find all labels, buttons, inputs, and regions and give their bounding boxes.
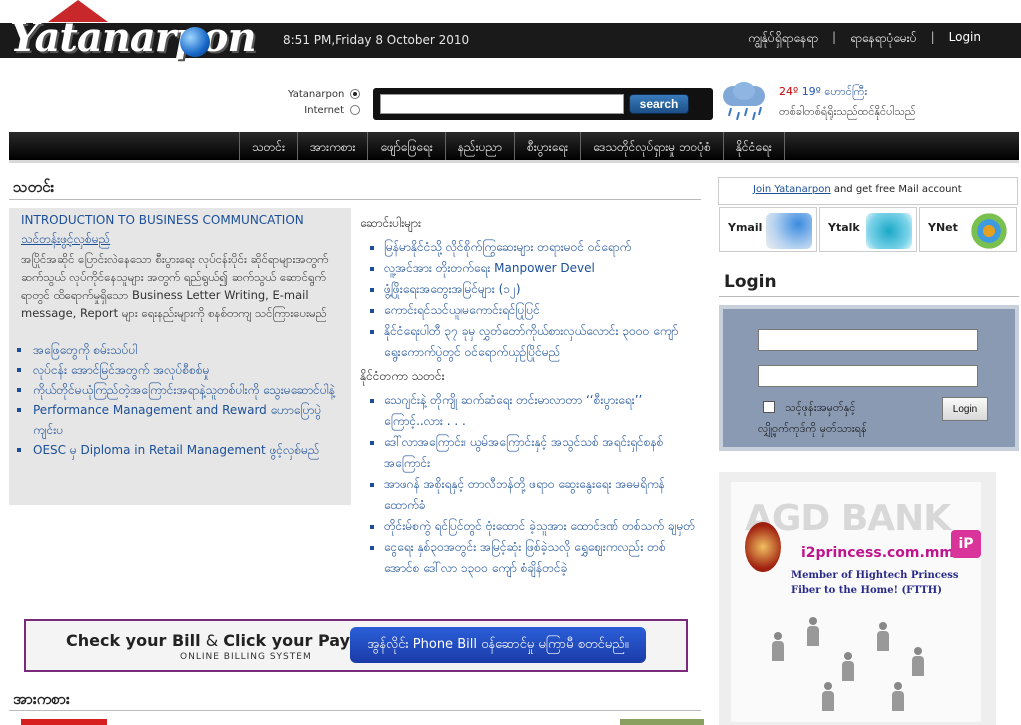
main-nav: သတင်း အားကစား ဖျော်ဖြေရေး နည်းပညာ စီးပွာ… [9, 132, 1019, 163]
people-network-icon [761, 612, 951, 722]
list-item[interactable]: Performance Management and Reward ဟောပြေ… [17, 400, 341, 440]
list-item[interactable]: ဒေါ်လာအကြောင်း၊ ယွမ်အကြောင်းနှင့် အသွင်သ… [360, 432, 700, 474]
temp-low: 19º [801, 85, 821, 98]
chat-icon [866, 213, 912, 249]
list-item[interactable]: ဖွံ့ဖြိုးရေးအတွေးအမြင်များ (၁၂) [360, 279, 700, 300]
nav-news[interactable]: သတင်း [239, 132, 297, 160]
nav-technology[interactable]: နည်းပညာ [444, 132, 514, 160]
service-label: Ymail [728, 221, 763, 234]
articles-group: ဆောင်းပါးများ မြန်မာနိုင်ငံသို့ လိုင်စို… [360, 215, 700, 363]
service-ytalk[interactable]: Ytalk [819, 207, 917, 252]
forgot-password-label[interactable]: လျှို့ဝှက်ကုဒ်ကို မှတ်သားရန် [758, 422, 867, 438]
online-billing-banner[interactable]: Check your Bill & Click your Payment ONL… [24, 619, 688, 672]
advertisement[interactable]: AGD BANK i2princess.com.mm iP Member of … [719, 472, 996, 725]
search-option-internet[interactable]: Internet [288, 102, 360, 118]
service-ynet[interactable]: YNet [919, 207, 1017, 252]
login-button[interactable]: Login [942, 397, 988, 421]
header-links: ကျွန်ုပ်ရှိရာနေရာ | ရာနေရာပုံမေးပ် | Log… [748, 30, 981, 48]
search-option-yatanarpon[interactable]: Yatanarpon [288, 86, 360, 102]
group-title: ဆောင်းပါးများ [360, 216, 421, 230]
login-title: Login [724, 272, 777, 292]
globe-icon [180, 27, 210, 57]
nav-sports[interactable]: အားကစား [297, 132, 367, 160]
ampersand-icon: & [205, 631, 219, 650]
ad-line: Fiber to the Home! (FTTH) [791, 585, 942, 596]
service-ymail[interactable]: Ymail [719, 207, 817, 252]
logo-text: Yatanarpon [10, 14, 257, 61]
list-item[interactable]: ကိုယ်တိုင်မယုံကြည်တဲ့အကြောင်းအရာနဲ့သူတစ်… [17, 380, 341, 400]
list-item[interactable]: လူ့အင်အား တိုးတက်ရေး Manpower Devel [360, 258, 700, 279]
sports-section-title: အားကစား [13, 690, 70, 708]
list-item[interactable]: ကောင်းရင်သင်ယူ၊မကောင်းရင်ပြုပြင် [360, 300, 700, 321]
nav-politics[interactable]: နိုင်ငံရေး [722, 132, 785, 160]
banner-cta[interactable]: အွန်လိုင်း Phone Bill ဝန်ဆောင်မှု မကြာမီ… [350, 627, 646, 663]
sports-story-image[interactable] [21, 719, 107, 725]
username-input[interactable] [758, 329, 978, 351]
divider [9, 199, 701, 200]
join-link[interactable]: Join Yatanarpon [753, 184, 831, 195]
news-section-title: သတင်း [13, 178, 55, 196]
mail-promo-text: and get free Mail account [833, 184, 962, 195]
list-item[interactable]: ငွေရေး နှစ်၃၀အတွင်း အမြင့်ဆုံး ဖြစ်ခဲ့သလ… [360, 537, 700, 579]
group-title: နိုင်ငံတကာ သတင်း [360, 369, 445, 383]
login-form: သင့်ဖုန်းအမှတ်နှင့် Login လျှို့ဝှက်ကုဒ်… [719, 305, 1019, 451]
search-scope: Yatanarpon Internet [288, 86, 360, 118]
ad-brand: i2princess.com.mm [801, 545, 955, 561]
featured-story: INTRODUCTION TO BUSINESS COMMUNCATION သင… [9, 208, 351, 505]
list-item[interactable]: အာဖဂန် အစိုးရနှင့် တာလီဘန်တို့ ဖရာဝ ဆွေး… [360, 474, 700, 516]
mail-icon [766, 213, 812, 249]
nav-entertainment[interactable]: ဖျော်ဖြေရေး [367, 132, 444, 160]
ad-line: Member of Hightech Princess [791, 570, 959, 581]
rain-cloud-icon [719, 82, 769, 122]
weather-temperature: 24º 19º ဟောင်ကြီး [779, 85, 867, 101]
current-datetime: 8:51 PM,Friday 8 October 2010 [283, 33, 470, 47]
list-item[interactable]: နိုင်ငံရေးပါတီ ၃၇ ခုမှ လွှတ်တော်ကိုယ်စား… [360, 321, 700, 363]
list-item[interactable]: လုပ်ငန်း အောင်မြင်အတွက် အလုပ်စီစစ်မှု [17, 360, 341, 380]
search-button[interactable]: search [629, 94, 689, 114]
search-option-label: Internet [304, 104, 344, 116]
banner-check-text: Check your Bill [66, 631, 201, 650]
weather-location[interactable]: ဟောင်ကြီး [824, 85, 867, 98]
temp-high: 24º [779, 85, 799, 98]
nav-lifestyle[interactable]: ဒေသတိုင်လုပ်ရှားမှု ဘဝပုံစံ [580, 132, 723, 160]
banner-subtitle: ONLINE BILLING SYSTEM [180, 652, 312, 662]
princess-logo-icon: iP [951, 530, 981, 558]
divider [719, 296, 1019, 297]
international-news-group: နိုင်ငံတကာ သတင်း သေဂျင်းနဲ့ တိုကျို ဆက်ဆ… [360, 368, 700, 579]
remember-checkbox[interactable] [763, 401, 775, 413]
seal-icon [745, 522, 781, 572]
list-item[interactable]: သေဂျင်းနဲ့ တိုကျို ဆက်ဆံရေး တင်းမာလာတာ ‘… [360, 390, 700, 432]
search-bar: search [373, 88, 713, 120]
separator: | [930, 30, 935, 44]
header-link-login[interactable]: Login [949, 30, 981, 48]
featured-link-list: အဖြေတွေကို စမ်းသပ်ပါ လုပ်ငန်း အောင်မြင်အ… [17, 340, 341, 460]
password-input[interactable] [758, 365, 978, 387]
list-item[interactable]: မြန်မာနိုင်ငံသို့ လိုင်စိုက်ကြွဆေးများ တ… [360, 237, 700, 258]
featured-title-link[interactable]: INTRODUCTION TO BUSINESS COMMUNCATION [21, 213, 341, 227]
network-icon [966, 213, 1012, 249]
radio-icon[interactable] [350, 89, 360, 99]
service-label: Ytalk [828, 221, 860, 234]
weather-description: တစ်ခါတစ်ရံရိုးသည်ထင်နိုင်ပါသည် [779, 105, 916, 118]
radio-icon[interactable] [350, 105, 360, 115]
ad-panel: AGD BANK i2princess.com.mm iP Member of … [731, 482, 981, 722]
service-label: YNet [928, 221, 958, 234]
featured-body: အပြိုင်အဆိုင် ပြောင်းလဲနေသော စီးပွားရေး … [21, 252, 329, 320]
site-logo[interactable]: Yatanarpon [6, 0, 268, 64]
banner-headline: Check your Bill & Click your Payment [66, 631, 397, 650]
separator: | [832, 30, 837, 44]
list-item[interactable]: OESC မှ Diploma in Retail Management ဖွင… [17, 440, 341, 460]
search-option-label: Yatanarpon [288, 88, 345, 100]
nav-business[interactable]: စီးပွားရေး [514, 132, 580, 160]
sports-thumbnail[interactable] [620, 719, 704, 725]
mail-promo: Join Yatanarpon and get free Mail accoun… [718, 177, 1018, 205]
divider [9, 710, 701, 711]
list-item[interactable]: တိုင်းမ်စကွဲ ရင်ပြင်တွင် ဗုံးထောင် ခဲ့သူ… [360, 516, 700, 537]
remember-label: သင့်ဖုန်းအမှတ်နှင့် [785, 401, 856, 414]
list-item[interactable]: အဖြေတွေကို စမ်းသပ်ပါ [17, 340, 341, 360]
featured-subtitle-link[interactable]: သင်တန်းဖွင့်လှစ်မည် [21, 231, 341, 249]
header-link-map[interactable]: ရာနေရာပုံမေးပ် [850, 30, 916, 48]
header-link-location[interactable]: ကျွန်ုပ်ရှိရာနေရာ [748, 30, 818, 48]
search-input[interactable] [380, 94, 624, 114]
